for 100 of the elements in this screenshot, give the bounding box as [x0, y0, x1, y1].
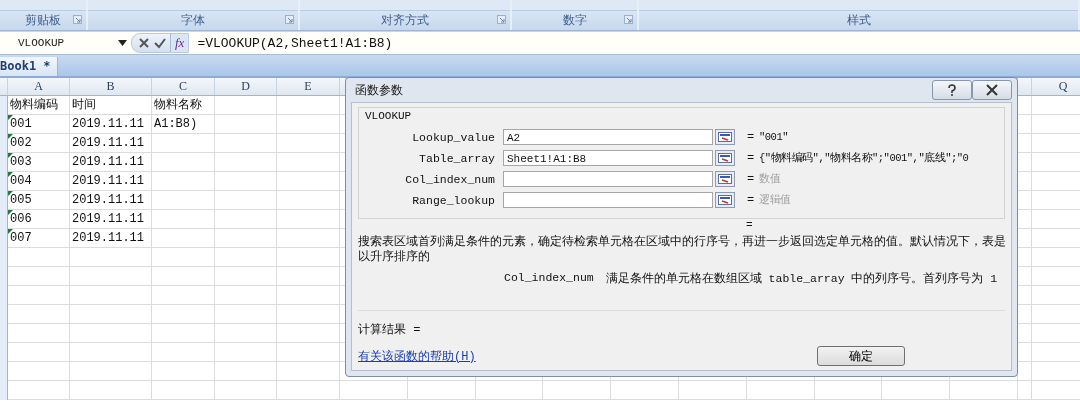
- dialog-launcher-icon[interactable]: [73, 15, 83, 24]
- dialog-launcher-icon[interactable]: [285, 15, 295, 24]
- table-cell: [814, 381, 883, 400]
- table-cell: [407, 381, 476, 400]
- help-link[interactable]: 有关该函数的帮助(H): [358, 347, 476, 365]
- insert-function-button[interactable]: fx: [170, 34, 189, 52]
- equals-sign: =: [747, 151, 756, 165]
- table-cell: 时间: [70, 96, 152, 115]
- workbook-tab[interactable]: Book1 *: [0, 57, 58, 76]
- input-field[interactable]: [503, 192, 713, 208]
- formula-text[interactable]: =VLOOKUP(A2,Sheet1!A1:B8): [197, 35, 393, 51]
- ok-button[interactable]: 确定: [817, 346, 905, 366]
- table-cell: [152, 134, 215, 153]
- name-box[interactable]: VLOOKUP: [0, 37, 118, 49]
- table-cell: [746, 381, 815, 400]
- table-cell: [152, 248, 215, 267]
- table-cell: 2019.11.11: [70, 134, 152, 153]
- table-cell: 001: [8, 115, 70, 134]
- table-cell: [215, 229, 277, 248]
- table-cell: [215, 172, 277, 191]
- table-cell: [950, 381, 1018, 400]
- ribbon-group-label: 剪贴板: [25, 12, 62, 29]
- equals-sign: =: [746, 219, 754, 233]
- column-header[interactable]: B: [70, 78, 152, 95]
- table-cell: [8, 267, 70, 286]
- argument-result: {"物料编码","物料名称";"001","底线";"0: [759, 151, 969, 165]
- help-button[interactable]: [932, 80, 972, 100]
- table-cell: 2019.11.11: [70, 229, 152, 248]
- table-cell: [277, 381, 340, 400]
- close-button[interactable]: [972, 80, 1012, 100]
- row-header[interactable]: [0, 381, 8, 400]
- table-cell: 006: [8, 210, 70, 229]
- table-cell: [215, 381, 277, 400]
- table-cell: [215, 324, 277, 343]
- table-cell: [8, 343, 70, 362]
- input-field[interactable]: [503, 171, 713, 187]
- table-cell: [215, 362, 277, 381]
- input-field[interactable]: Sheet1!A1:B8: [503, 150, 713, 166]
- table-cell: [152, 286, 215, 305]
- function-description: 搜索表区域首列满足条件的元素，确定待检索单元格在区域中的行序号，再进一步返回选定单元格的值。默认情况下，表是以升序排序的: [358, 235, 1006, 265]
- dropdown-arrow-icon[interactable]: [118, 40, 127, 46]
- table-cell: [215, 286, 277, 305]
- table-cell: 2019.11.11: [70, 153, 152, 172]
- ribbon-group-label: 字体: [181, 12, 206, 29]
- table-cell: 2019.11.11: [70, 191, 152, 210]
- table-cell: [277, 362, 340, 381]
- table-cell: [215, 305, 277, 324]
- table-cell: 007: [8, 229, 70, 248]
- table-cell: [8, 324, 70, 343]
- ribbon-group-label: 数字: [562, 12, 587, 29]
- table-cell: 2019.11.11: [70, 210, 152, 229]
- collapse-dialog-button[interactable]: [715, 171, 735, 187]
- argument-label: Lookup_value: [411, 130, 496, 144]
- collapse-dialog-button[interactable]: [715, 192, 735, 208]
- argument-result: "001": [759, 131, 788, 143]
- equals-sign: =: [747, 130, 756, 144]
- input-field[interactable]: A2: [503, 129, 713, 145]
- table-cell: [152, 267, 215, 286]
- close-icon: [986, 84, 998, 96]
- table-cell: [215, 153, 277, 172]
- table-cell: [215, 191, 277, 210]
- ribbon-group-label: 对齐方式: [381, 12, 430, 29]
- table-cell: 2019.11.11: [70, 172, 152, 191]
- argument-result: 数值: [759, 172, 780, 186]
- table-cell: 物料名称: [152, 96, 215, 115]
- table-cell: 003: [8, 153, 70, 172]
- window-title: 函数参数: [354, 82, 403, 99]
- argument-description: 满足条件的单元格在数组区域 table_array 中的列序号。首列序号为 1: [605, 271, 998, 286]
- table-cell: [215, 115, 277, 134]
- table-cell: [1017, 381, 1032, 400]
- table-cell: [152, 210, 215, 229]
- table-cell: [543, 381, 612, 400]
- table-cell: [340, 381, 408, 400]
- column-header[interactable]: A: [8, 78, 70, 95]
- column-header[interactable]: Q: [1031, 78, 1080, 95]
- table-cell: [8, 381, 70, 400]
- table-cell: 002: [8, 134, 70, 153]
- table-cell: A1:B8): [152, 115, 215, 134]
- row-header[interactable]: [0, 96, 8, 115]
- column-header[interactable]: C: [152, 78, 215, 95]
- dialog-launcher-icon[interactable]: [497, 15, 507, 24]
- collapse-dialog-button[interactable]: [715, 129, 735, 145]
- column-header[interactable]: D: [215, 78, 277, 95]
- table-cell: 004: [8, 172, 70, 191]
- table-cell: [152, 362, 215, 381]
- table-cell: [152, 343, 215, 362]
- collapse-dialog-button[interactable]: [715, 150, 735, 166]
- table-cell: [611, 381, 679, 400]
- ribbon-group-label: 样式: [846, 12, 871, 29]
- table-cell: [215, 343, 277, 362]
- table-cell: 005: [8, 191, 70, 210]
- table-cell: [152, 305, 215, 324]
- column-header[interactable]: E: [277, 78, 340, 95]
- table-cell: [882, 381, 951, 400]
- table-cell: [8, 305, 70, 324]
- argument-name: Col_index_num: [504, 271, 594, 286]
- check-icon[interactable]: [154, 37, 166, 49]
- dialog-launcher-icon[interactable]: [624, 15, 634, 24]
- cancel-icon[interactable]: [138, 37, 150, 49]
- table-cell: [215, 267, 277, 286]
